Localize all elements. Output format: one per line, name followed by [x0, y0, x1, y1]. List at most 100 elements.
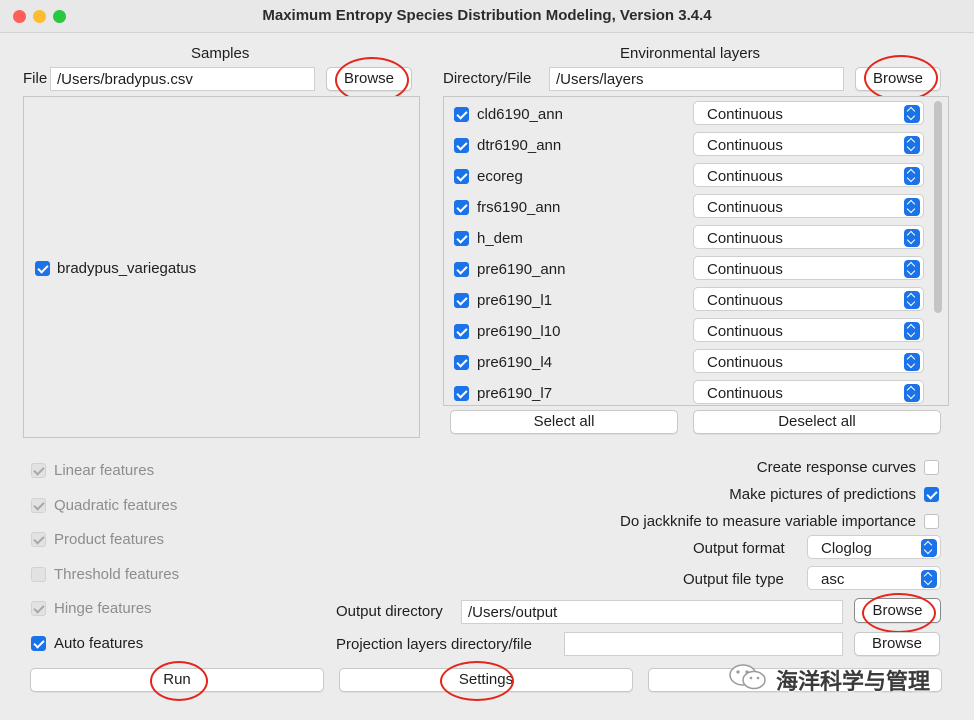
output-file-type-label: Output file type [683, 571, 784, 588]
env-dir-input[interactable]: /Users/layers [549, 67, 844, 91]
jackknife-checkbox[interactable] [924, 514, 939, 529]
projection-label: Projection layers directory/file [336, 636, 532, 653]
feature-checkbox[interactable] [31, 463, 46, 478]
chevron-updown-icon [904, 384, 920, 402]
layer-type-select[interactable]: Continuous [693, 380, 924, 404]
layer-checkbox[interactable] [454, 107, 469, 122]
layer-type-select[interactable]: Continuous [693, 349, 924, 373]
layer-type-value: Continuous [707, 230, 783, 247]
output-browse-button[interactable]: Browse [854, 598, 941, 623]
chevron-updown-icon [904, 136, 920, 154]
chevron-updown-icon [904, 229, 920, 247]
layer-checkbox[interactable] [454, 386, 469, 401]
layer-name: pre6190_l7 [477, 385, 553, 402]
species-checkbox[interactable] [35, 261, 50, 276]
projection-input[interactable] [564, 632, 843, 656]
layer-name: h_dem [477, 230, 523, 247]
feature-label: Linear features [54, 462, 155, 479]
layer-checkbox[interactable] [454, 200, 469, 215]
feature-checkbox[interactable] [31, 635, 46, 651]
layer-type-select[interactable]: Continuous [693, 256, 924, 280]
layer-name: pre6190_l4 [477, 354, 553, 371]
feature-label: Quadratic features [54, 496, 178, 514]
layer-row: pre6190_l4 Continuous [444, 349, 934, 379]
layer-row: dtr6190_ann Continuous [444, 132, 934, 162]
window-title: Maximum Entropy Species Distribution Mod… [262, 7, 712, 24]
layer-type-value: Continuous [707, 354, 783, 371]
layer-type-value: Continuous [707, 137, 783, 154]
layer-type-select[interactable]: Continuous [693, 132, 924, 156]
deselect-all-button[interactable]: Deselect all [693, 410, 941, 434]
chevron-updown-icon [904, 198, 920, 216]
layer-type-value: Continuous [707, 106, 783, 123]
env-layers-list: cld6190_ann Continuous dtr6190_ann Continuo… [443, 96, 949, 406]
layer-row: h_dem Continuous [444, 225, 934, 255]
output-file-type-value: asc [821, 571, 845, 588]
output-dir-input[interactable]: /Users/output [461, 600, 843, 624]
layer-type-select[interactable]: Continuous [693, 225, 924, 249]
layer-type-select[interactable]: Continuous [693, 318, 924, 342]
feature-label: Hinge features [54, 600, 152, 617]
layer-name: cld6190_ann [477, 106, 563, 123]
response-curves-label: Create response curves [756, 459, 916, 476]
layer-checkbox[interactable] [454, 262, 469, 277]
layer-checkbox[interactable] [454, 293, 469, 308]
feature-label: Threshold features [54, 565, 180, 583]
output-format-select[interactable]: Cloglog [807, 535, 941, 559]
chevron-updown-icon [904, 291, 920, 309]
wechat-icon [728, 663, 768, 691]
feature-checkbox[interactable] [31, 497, 46, 513]
layer-type-select[interactable]: Continuous [693, 101, 924, 125]
layer-type-value: Continuous [707, 292, 783, 309]
layer-checkbox[interactable] [454, 324, 469, 339]
layer-row: pre6190_ann Continuous [444, 256, 934, 286]
feature-label: Auto features [54, 634, 144, 652]
projection-browse-button[interactable]: Browse [854, 632, 940, 656]
output-file-type-select[interactable]: asc [807, 566, 941, 590]
layer-row: pre6190_l1 Continuous [444, 287, 934, 317]
layer-type-value: Continuous [707, 199, 783, 216]
feature-checkbox[interactable] [31, 532, 46, 547]
layer-name: frs6190_ann [477, 199, 561, 216]
layer-checkbox[interactable] [454, 169, 469, 184]
samples-browse-button[interactable]: Browse [326, 67, 412, 91]
layer-row: frs6190_ann Continuous [444, 194, 934, 224]
layer-type-value: Continuous [707, 261, 783, 278]
jackknife-label: Do jackknife to measure variable importa… [620, 513, 916, 530]
output-format-label: Output format [693, 540, 785, 557]
samples-file-input[interactable]: /Users/bradypus.csv [50, 67, 315, 91]
layer-type-value: Continuous [707, 168, 783, 185]
env-layers-header: Environmental layers [620, 45, 761, 62]
env-browse-button[interactable]: Browse [855, 67, 941, 91]
layer-type-value: Continuous [707, 323, 783, 340]
chevron-updown-icon [921, 570, 937, 588]
feature-checkbox[interactable] [31, 601, 46, 616]
feature-label: Product features [54, 531, 165, 548]
settings-button[interactable]: Settings [339, 668, 633, 692]
layers-scrollbar[interactable] [934, 101, 942, 313]
layer-checkbox[interactable] [454, 138, 469, 153]
layer-row: pre6190_l7 Continuous [444, 380, 934, 405]
layer-type-value: Continuous [707, 385, 783, 402]
layer-row: ecoreg Continuous [444, 163, 934, 193]
layer-name: ecoreg [477, 168, 523, 185]
chevron-updown-icon [904, 260, 920, 278]
run-button[interactable]: Run [30, 668, 324, 692]
layer-type-select[interactable]: Continuous [693, 163, 924, 187]
output-dir-label: Output directory [336, 603, 443, 620]
layer-checkbox[interactable] [454, 355, 469, 370]
layer-type-select[interactable]: Continuous [693, 194, 924, 218]
pictures-checkbox[interactable] [924, 487, 939, 502]
layer-type-select[interactable]: Continuous [693, 287, 924, 311]
select-all-button[interactable]: Select all [450, 410, 678, 434]
layer-row: cld6190_ann Continuous [444, 101, 934, 131]
chevron-updown-icon [921, 539, 937, 557]
layer-checkbox[interactable] [454, 231, 469, 246]
feature-checkbox[interactable] [31, 566, 46, 582]
layer-name: pre6190_l1 [477, 292, 553, 309]
samples-header: Samples [191, 45, 250, 62]
chevron-updown-icon [904, 167, 920, 185]
response-curves-checkbox[interactable] [924, 460, 939, 475]
chevron-updown-icon [904, 322, 920, 340]
env-dir-label: Directory/File [443, 70, 532, 87]
